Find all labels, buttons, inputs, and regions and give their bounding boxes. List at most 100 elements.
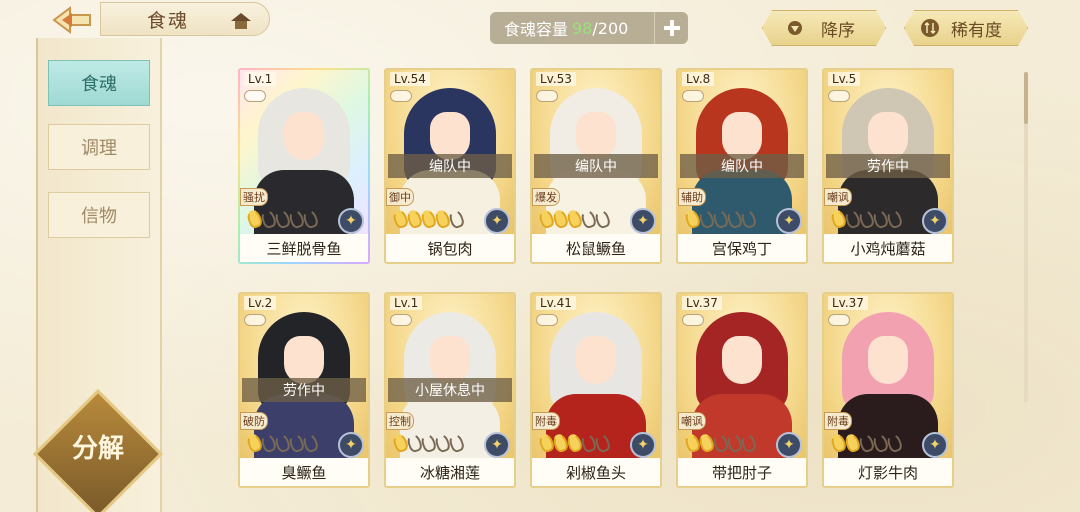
rank-flame-icon <box>739 208 758 230</box>
sort-rarity-button[interactable]: 稀有度 <box>904 10 1028 46</box>
role-badge: 御中 <box>386 188 414 206</box>
level-label: Lv.37 <box>682 296 722 310</box>
portrait-face <box>576 336 616 384</box>
element-icon: ✦ <box>338 208 364 234</box>
tab-food-soul[interactable]: 食魂 <box>48 60 150 106</box>
tab-token-label: 信物 <box>81 206 117 227</box>
food-soul-card[interactable]: Lv.5 劳作中嘲讽 ✦ 小鸡炖蘑菇 <box>822 68 954 264</box>
character-name: 灯影牛肉 <box>824 458 952 486</box>
decompose-label: 分解 <box>71 434 124 464</box>
home-icon[interactable] <box>229 11 253 31</box>
capacity-current: 98 <box>572 18 593 38</box>
food-soul-card[interactable]: Lv.41 附毒 ✦ 剁椒鱼头 <box>530 292 662 488</box>
tab-food-soul-label: 食魂 <box>81 74 117 95</box>
lock-toggle-icon[interactable] <box>390 90 412 102</box>
tab-cooking[interactable]: 调理 <box>48 124 150 170</box>
food-soul-card[interactable]: Lv.1 小屋休息中 控制 ✦ 冰糖湘莲 <box>384 292 516 488</box>
scrollbar-thumb[interactable] <box>1024 72 1028 124</box>
food-soul-card[interactable]: Lv.54 编队中 御中 ✦ 锅包肉 <box>384 68 516 264</box>
sort-order-button[interactable]: 降序 <box>762 10 886 46</box>
status-banner: 小屋休息中 <box>388 378 512 402</box>
food-soul-card[interactable]: Lv.53 编队中爆发 ✦ 松鼠鳜鱼 <box>530 68 662 264</box>
status-banner: 编队中 <box>534 154 658 178</box>
portrait-face <box>868 112 908 160</box>
back-button[interactable] <box>48 4 96 36</box>
rank-stars <box>537 432 612 454</box>
rank-flame-icon <box>593 432 612 454</box>
element-icon: ✦ <box>776 432 802 458</box>
character-name: 剁椒鱼头 <box>532 458 660 486</box>
food-soul-card[interactable]: Lv.8 编队中辅助 ✦ 宫保鸡丁 <box>676 68 808 264</box>
lock-toggle-icon[interactable] <box>244 314 266 326</box>
level-label: Lv.2 <box>244 296 277 310</box>
food-soul-grid: Lv.1 骚扰 ✦ 三鲜脱骨鱼 Lv.54 编队中 御中 ✦ 锅包肉 Lv.53 编队中 爆发 ✦ 松鼠鳜… <box>230 60 1030 512</box>
role-badge: 嘲讽 <box>678 412 706 430</box>
element-icon: ✦ <box>776 208 802 234</box>
title-tab: 食魂 <box>100 2 270 36</box>
rank-flame-icon <box>885 208 904 230</box>
portrait-face <box>430 336 470 384</box>
level-label: Lv.1 <box>390 296 423 310</box>
status-banner: 劳作中 <box>242 378 366 402</box>
status-banner: 编队中 <box>680 154 804 178</box>
lock-toggle-icon[interactable] <box>682 90 704 102</box>
portrait-face <box>430 112 470 160</box>
tab-token[interactable]: 信物 <box>48 192 150 238</box>
level-label: Lv.37 <box>828 296 868 310</box>
character-name: 松鼠鳜鱼 <box>532 234 660 262</box>
rank-stars <box>829 432 904 454</box>
element-icon: ✦ <box>922 208 948 234</box>
level-label: Lv.5 <box>828 72 861 86</box>
character-name: 宫保鸡丁 <box>678 234 806 262</box>
character-name: 臭鳜鱼 <box>240 458 368 486</box>
rank-stars <box>245 432 320 454</box>
rank-flame-icon <box>301 208 320 230</box>
level-label: Lv.8 <box>682 72 715 86</box>
character-name: 冰糖湘莲 <box>386 458 514 486</box>
character-name: 小鸡炖蘑菇 <box>824 234 952 262</box>
portrait-face <box>284 336 324 384</box>
role-badge: 辅助 <box>678 188 706 206</box>
role-badge: 附毒 <box>532 412 560 430</box>
sort-order-label: 降序 <box>821 20 855 41</box>
grid-scrollbar[interactable] <box>1024 72 1028 402</box>
lock-toggle-icon[interactable] <box>828 90 850 102</box>
role-badge: 附毒 <box>824 412 852 430</box>
lock-toggle-icon[interactable] <box>682 314 704 326</box>
lock-toggle-icon[interactable] <box>390 314 412 326</box>
status-banner: 劳作中 <box>826 154 950 178</box>
food-soul-card[interactable]: Lv.1 骚扰 ✦ 三鲜脱骨鱼 <box>238 68 370 264</box>
rank-stars <box>391 432 466 454</box>
plus-icon <box>663 20 680 36</box>
lock-toggle-icon[interactable] <box>536 314 558 326</box>
food-soul-card[interactable]: Lv.37 嘲讽 ✦ 带把肘子 <box>676 292 808 488</box>
food-soul-card[interactable]: Lv.37 附毒 ✦ 灯影牛肉 <box>822 292 954 488</box>
expand-capacity-button[interactable] <box>654 12 688 44</box>
food-soul-card[interactable]: Lv.2 劳作中破防 ✦ 臭鳜鱼 <box>238 292 370 488</box>
character-name: 锅包肉 <box>386 234 514 262</box>
element-icon: ✦ <box>922 432 948 458</box>
element-icon: ✦ <box>338 432 364 458</box>
role-badge: 破防 <box>240 412 268 430</box>
rank-flame-icon <box>447 208 466 230</box>
character-name: 三鲜脱骨鱼 <box>240 234 368 262</box>
level-label: Lv.53 <box>536 72 576 86</box>
lock-toggle-icon[interactable] <box>244 90 266 102</box>
rank-flame-icon <box>739 432 758 454</box>
element-icon: ✦ <box>630 208 656 234</box>
portrait-face <box>284 112 324 160</box>
level-label: Lv.41 <box>536 296 576 310</box>
portrait-face <box>868 336 908 384</box>
portrait-face <box>722 112 762 160</box>
capacity-label: 食魂容量 <box>504 20 569 39</box>
sort-rarity-label: 稀有度 <box>951 20 1002 41</box>
page-title: 食魂 <box>147 9 190 32</box>
role-badge: 爆发 <box>532 188 560 206</box>
rank-stars <box>683 432 758 454</box>
element-icon: ✦ <box>484 208 510 234</box>
element-icon: ✦ <box>630 432 656 458</box>
status-banner: 编队中 <box>388 154 512 178</box>
lock-toggle-icon[interactable] <box>828 314 850 326</box>
lock-toggle-icon[interactable] <box>536 90 558 102</box>
role-badge: 嘲讽 <box>824 188 852 206</box>
